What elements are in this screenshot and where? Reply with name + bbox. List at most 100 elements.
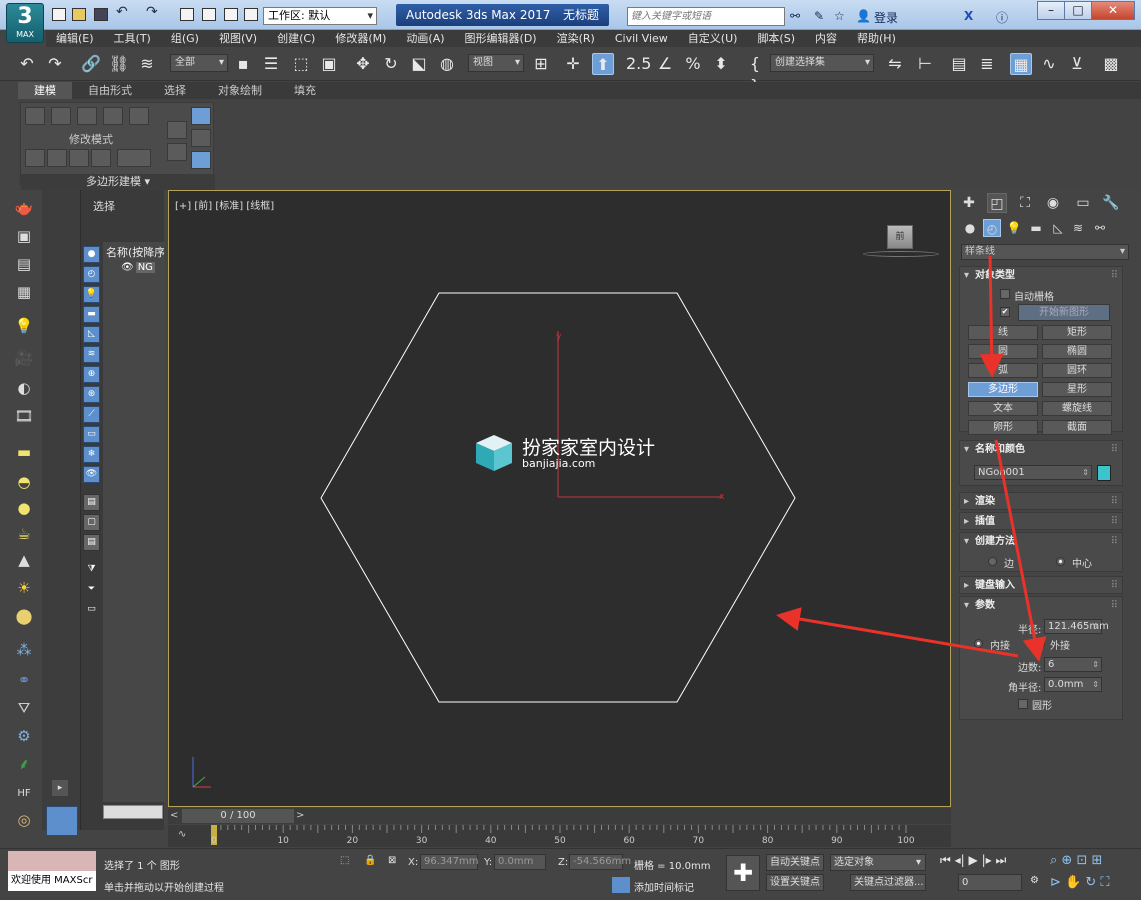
shapes-icon[interactable]: ◴ <box>983 219 1001 237</box>
y-coordinate-field[interactable]: 0.0mm <box>494 854 546 870</box>
zoom-icon[interactable]: ⌕ <box>1050 853 1057 868</box>
redo-icon[interactable]: ↷ <box>44 53 66 75</box>
schematic-view-icon[interactable]: ⊻ <box>1066 53 1088 75</box>
binoculars-icon[interactable]: ⚯ <box>790 9 800 23</box>
ribbon-tab-4[interactable]: 填充 <box>278 82 332 99</box>
list-item[interactable]: 👁 NG <box>121 262 155 273</box>
pan-icon[interactable]: ✋ <box>1065 875 1081 890</box>
modify-tab-icon[interactable]: ◰ <box>987 193 1007 213</box>
isolate-selection-icon[interactable]: ⬚ <box>340 855 349 866</box>
menu-item-0[interactable]: 编辑(E) <box>46 30 104 47</box>
funnel-icon-1[interactable]: ⧩ <box>83 562 100 579</box>
subscription-icon[interactable]: ✎ <box>814 9 824 23</box>
render-frame-icon[interactable]: ▣ <box>13 226 35 246</box>
circular-checkbox[interactable] <box>1018 699 1028 709</box>
keyboard-entry-header[interactable]: ▸ 键盘输入 ⠿ <box>960 577 1124 595</box>
snap-toggle-icon[interactable]: 2.5 <box>626 53 651 75</box>
absolute-mode-icon[interactable]: ⊠ <box>388 855 396 866</box>
camera-icon[interactable]: 🎥 <box>13 348 35 368</box>
molecule-icon[interactable]: ⚭ <box>13 670 35 690</box>
wireframe-icon[interactable]: ⛛ <box>13 698 35 718</box>
undo-icon[interactable]: ↶ <box>16 53 38 75</box>
scene-explorer-icon[interactable]: ▤ <box>948 53 970 75</box>
eye-icon[interactable]: 👁 <box>121 262 134 273</box>
front-viewport[interactable]: [+] [前] [标准] [线框] y x 前 扮家家室内设计 banjiaji… <box>168 190 951 807</box>
grass-icon[interactable]: ⸙ <box>13 754 35 774</box>
menu-item-4[interactable]: 创建(C) <box>267 30 325 47</box>
menu-item-10[interactable]: 自定义(U) <box>678 30 748 47</box>
ribbon-tool-3[interactable] <box>77 107 97 125</box>
sides-spinner[interactable]: 6 <box>1044 657 1102 672</box>
material-editor-icon[interactable]: ▩ <box>1100 53 1122 75</box>
next-key-icon[interactable]: |▸ <box>982 853 992 867</box>
rotate-icon[interactable]: ↻ <box>380 53 402 75</box>
filter-groups-icon[interactable]: ⊕ <box>83 366 100 383</box>
ribbon-tab-3[interactable]: 对象绘制 <box>202 82 278 99</box>
teapot-primitive-icon[interactable]: ☕ <box>13 524 35 544</box>
auto-grid-checkbox[interactable] <box>1000 289 1010 299</box>
select-by-name-icon[interactable]: ☰ <box>260 53 282 75</box>
ribbon-tool-14[interactable] <box>91 149 111 167</box>
shape-category-dropdown[interactable]: 样条线 <box>961 244 1129 260</box>
spinner-snap-icon[interactable]: ⬍ <box>710 53 732 75</box>
object-type-button-11[interactable]: 截面 <box>1042 420 1112 435</box>
filter-spacewarps-icon[interactable]: ≋ <box>83 346 100 363</box>
gear-icon[interactable]: ⚙ <box>13 726 35 746</box>
ribbon-tool-13[interactable] <box>69 149 89 167</box>
name-color-header[interactable]: ▾ 名称和颜色 ⠿ <box>960 441 1124 459</box>
time-slider-handle[interactable]: 0 / 100 <box>182 809 294 823</box>
sun-icon[interactable]: ☀ <box>13 578 35 598</box>
ribbon-tab-0[interactable]: 建模 <box>18 82 72 99</box>
ribbon-tool-10[interactable] <box>191 151 211 169</box>
selection-filter-dropdown[interactable]: 全部 <box>170 54 228 72</box>
funnel-icon-2[interactable]: ⏷ <box>83 582 100 599</box>
systems-icon[interactable]: ⚯ <box>1091 219 1109 237</box>
object-color-swatch[interactable] <box>1097 465 1111 481</box>
menu-item-5[interactable]: 修改器(M) <box>325 30 396 47</box>
explorer-horizontal-scrollbar[interactable] <box>103 805 163 819</box>
motion-tab-icon[interactable]: ◉ <box>1043 193 1063 213</box>
maxscript-listener-top[interactable] <box>8 851 96 871</box>
object-type-button-8[interactable]: 文本 <box>968 401 1038 416</box>
layer-icon[interactable]: ▭ <box>83 602 100 619</box>
menu-item-7[interactable]: 图形编辑器(D) <box>455 30 547 47</box>
ribbon-tool-7[interactable] <box>167 143 187 161</box>
filter-helpers-icon[interactable]: ◺ <box>83 326 100 343</box>
filter-containers-icon[interactable]: ▭ <box>83 426 100 443</box>
ribbon-tool-9[interactable] <box>191 129 211 147</box>
play-icon[interactable]: ▶ <box>969 853 978 867</box>
workspace-dropdown[interactable]: 工作区: 默认 <box>263 7 377 25</box>
app-logo[interactable]: 3 MAX <box>6 3 44 43</box>
undo-icon[interactable]: ↶ <box>116 4 130 20</box>
ribbon-tool-11[interactable] <box>25 149 45 167</box>
key-filters-button[interactable]: 关键点过滤器... <box>850 874 926 891</box>
ribbon-tool-15[interactable] <box>117 149 151 167</box>
parameters-header[interactable]: ▾ 参数 ⠿ <box>960 597 1124 615</box>
ribbon-tool-6[interactable] <box>167 121 187 139</box>
window-icon-1[interactable] <box>202 8 216 21</box>
explorer-doc-icon-2[interactable]: ▢ <box>83 514 100 531</box>
shell-icon[interactable]: ◎ <box>13 810 35 830</box>
keyboard-shortcut-toggle-icon[interactable]: ⬆ <box>592 53 614 75</box>
object-type-button-9[interactable]: 螺旋线 <box>1042 401 1112 416</box>
redo-icon[interactable]: ↷ <box>146 4 160 20</box>
ribbon-tool-1[interactable] <box>25 107 45 125</box>
ribbon-tab-1[interactable]: 自由形式 <box>72 82 148 99</box>
filter-bones-icon[interactable]: ⟋ <box>83 406 100 423</box>
reference-coordinate-dropdown[interactable]: 视图 <box>468 54 524 72</box>
grid-table-icon[interactable]: ▦ <box>13 282 35 302</box>
teapot-icon[interactable]: 🫖 <box>13 198 35 218</box>
light-icon[interactable]: 💡 <box>13 316 35 336</box>
menu-item-11[interactable]: 脚本(S) <box>747 30 805 47</box>
close-button[interactable]: ✕ <box>1091 1 1135 20</box>
filter-hidden-icon[interactable]: 👁 <box>83 466 100 483</box>
set-key-big-button[interactable]: ✚ <box>726 855 760 891</box>
set-key-button[interactable]: 设置关键点 <box>766 874 824 891</box>
login-link[interactable]: 登录 <box>874 9 898 26</box>
window-icon-3[interactable] <box>244 8 258 21</box>
view-cube-compass[interactable] <box>863 251 939 257</box>
viewport-layout-icon[interactable] <box>46 806 78 836</box>
view-cube[interactable]: 前 <box>863 225 939 261</box>
next-frame-icon[interactable]: > <box>296 810 304 821</box>
zoom-all-icon[interactable]: ⊕ <box>1061 853 1072 868</box>
